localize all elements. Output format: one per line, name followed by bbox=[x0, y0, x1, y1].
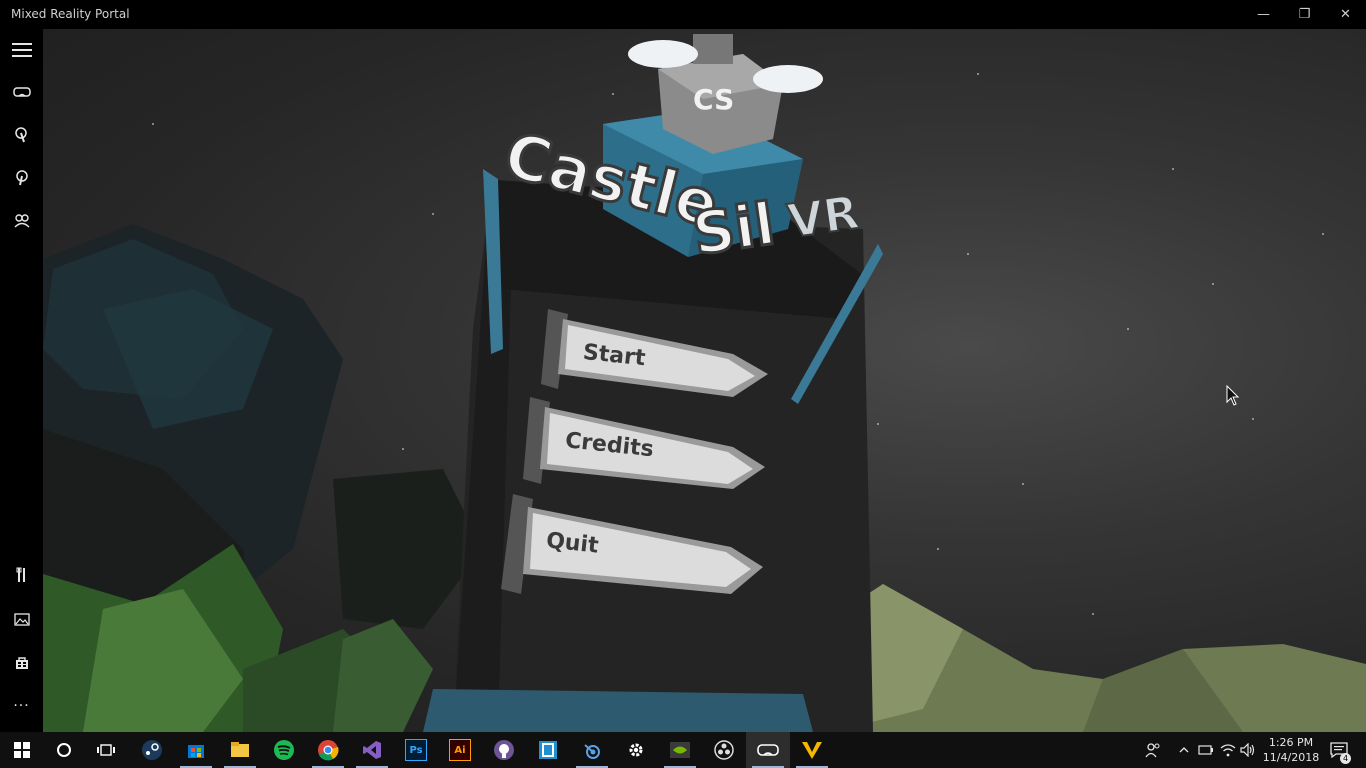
wifi-icon[interactable] bbox=[1218, 732, 1238, 768]
notification-count-badge: 4 bbox=[1340, 753, 1351, 764]
settings-icon[interactable] bbox=[614, 732, 658, 768]
window-title: Mixed Reality Portal bbox=[11, 7, 130, 21]
system-clock[interactable]: 1:26 PM 11/4/2018 bbox=[1260, 735, 1322, 765]
app-bracket-icon[interactable] bbox=[526, 732, 570, 768]
logo-text-sil: Sil bbox=[689, 190, 779, 269]
battery-icon[interactable] bbox=[1196, 732, 1216, 768]
blender-icon[interactable] bbox=[570, 732, 614, 768]
menu-icon[interactable] bbox=[0, 35, 43, 65]
tools-icon[interactable] bbox=[0, 560, 43, 590]
clock-time: 1:26 PM bbox=[1268, 736, 1314, 749]
taskbar: Ps Ai 1:26 PM 11/4/2018 bbox=[0, 732, 1366, 768]
clock-date: 11/4/2018 bbox=[1262, 751, 1320, 764]
obs-icon[interactable] bbox=[702, 732, 746, 768]
task-view-icon[interactable] bbox=[84, 732, 128, 768]
illustrator-label: Ai bbox=[449, 739, 471, 761]
logo-text-vr: VR bbox=[784, 185, 862, 248]
chrome-icon[interactable] bbox=[306, 732, 350, 768]
close-button[interactable]: ✕ bbox=[1325, 0, 1366, 29]
photos-icon[interactable] bbox=[0, 604, 43, 634]
title-bar: Mixed Reality Portal — ❐ ✕ bbox=[0, 0, 1366, 29]
mouse-cursor-icon bbox=[1226, 385, 1240, 406]
logo-emblem: CS bbox=[693, 83, 734, 116]
volume-icon[interactable] bbox=[1238, 732, 1258, 768]
file-explorer-icon[interactable] bbox=[218, 732, 262, 768]
photoshop-label: Ps bbox=[405, 739, 427, 761]
cortana-icon[interactable] bbox=[42, 732, 86, 768]
spotify-icon[interactable] bbox=[262, 732, 306, 768]
microsoft-store-icon[interactable] bbox=[174, 732, 218, 768]
more-icon[interactable]: ··· bbox=[0, 691, 43, 721]
controller-right-icon[interactable] bbox=[0, 163, 43, 193]
people-tray-icon[interactable] bbox=[1140, 732, 1166, 768]
steam-icon[interactable] bbox=[130, 732, 174, 768]
visual-studio-icon[interactable] bbox=[350, 732, 394, 768]
people-icon[interactable] bbox=[0, 206, 43, 236]
github-icon[interactable] bbox=[482, 732, 526, 768]
nvidia-icon[interactable] bbox=[658, 732, 702, 768]
headset-icon[interactable] bbox=[0, 77, 43, 107]
photoshop-icon[interactable]: Ps bbox=[394, 732, 438, 768]
vr-game-view[interactable]: CS Castle Sil VR Start Credits Quit bbox=[43, 29, 1366, 732]
store-icon[interactable] bbox=[0, 648, 43, 678]
illustrator-icon[interactable]: Ai bbox=[438, 732, 482, 768]
sidebar: ··· bbox=[0, 29, 43, 732]
restore-button[interactable]: ❐ bbox=[1284, 0, 1325, 29]
vectorworks-icon[interactable] bbox=[790, 732, 834, 768]
chevron-up-icon[interactable] bbox=[1174, 732, 1194, 768]
mixed-reality-portal-icon[interactable] bbox=[746, 732, 790, 768]
minimize-button[interactable]: — bbox=[1243, 0, 1284, 29]
controller-left-icon[interactable] bbox=[0, 120, 43, 150]
game-scene: CS Castle Sil VR Start Credits Quit bbox=[43, 34, 1366, 732]
windows-start-icon[interactable] bbox=[0, 732, 44, 768]
